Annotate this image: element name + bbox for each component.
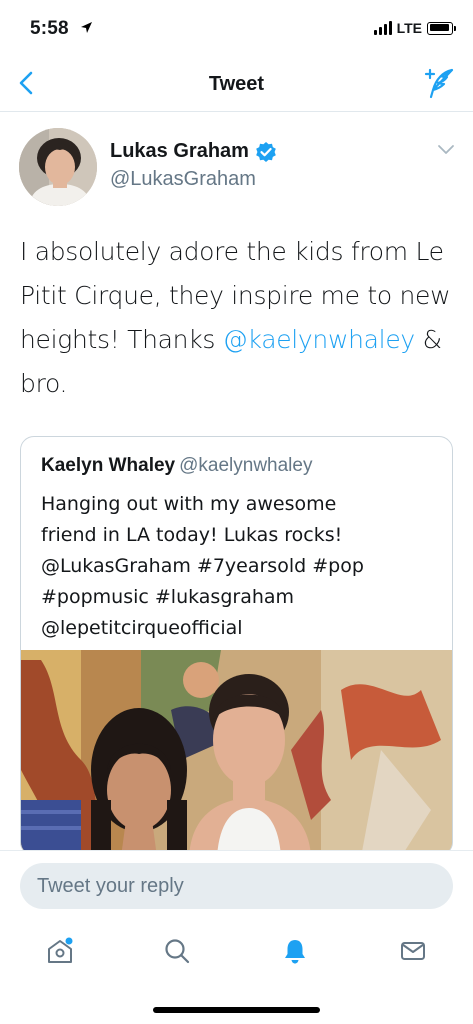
tweet-text: I absolutely adore the kids from Le Piti… [20, 230, 460, 406]
reply-input[interactable]: Tweet your reply [20, 863, 453, 909]
home-icon [48, 937, 73, 963]
quoted-tweet-text: Hanging out with my awesome friend in LA… [41, 493, 364, 639]
bottom-panel: Tweet your reply [0, 850, 473, 1024]
page-title: Tweet [208, 73, 265, 95]
tab-home[interactable] [38, 929, 82, 973]
nav-bar: Tweet [0, 56, 473, 112]
tab-messages[interactable] [391, 929, 435, 973]
tab-search[interactable] [155, 929, 199, 973]
quoted-author-handle: @kaelynwhaley [179, 455, 313, 476]
tab-notifications[interactable] [273, 929, 317, 973]
search-icon [165, 939, 190, 964]
reply-placeholder: Tweet your reply [37, 875, 184, 897]
author-name[interactable]: Lukas Graham [110, 140, 249, 163]
battery-icon [427, 21, 456, 35]
status-indicators: LTE [373, 20, 456, 36]
status-bar: 5:58 LTE [0, 0, 473, 56]
status-time: 5:58 [30, 18, 69, 39]
signal-icon [373, 21, 392, 35]
home-indicator [153, 1007, 320, 1013]
quoted-tweet-photo[interactable] [21, 650, 453, 856]
compose-tweet-icon[interactable] [421, 66, 455, 100]
chevron-down-icon[interactable] [437, 144, 455, 156]
notifications-bell-icon [285, 940, 305, 964]
quoted-author-name: Kaelyn Whaley [41, 455, 176, 476]
tab-bar [0, 929, 473, 973]
quoted-tweet-header: Kaelyn Whaley @kaelynwhaley [41, 455, 312, 477]
quoted-tweet[interactable]: Kaelyn Whaley @kaelynwhaley Hanging out w… [20, 436, 453, 856]
author-name-row: Lukas Graham [110, 140, 277, 163]
avatar[interactable] [19, 128, 97, 206]
mention-link[interactable]: @kaelynwhaley [223, 325, 415, 354]
location-arrow-icon [81, 22, 92, 33]
verified-badge-icon [256, 141, 276, 162]
network-type: LTE [396, 20, 422, 36]
messages-envelope-icon [401, 942, 425, 960]
author-handle[interactable]: @LukasGraham [110, 168, 256, 191]
